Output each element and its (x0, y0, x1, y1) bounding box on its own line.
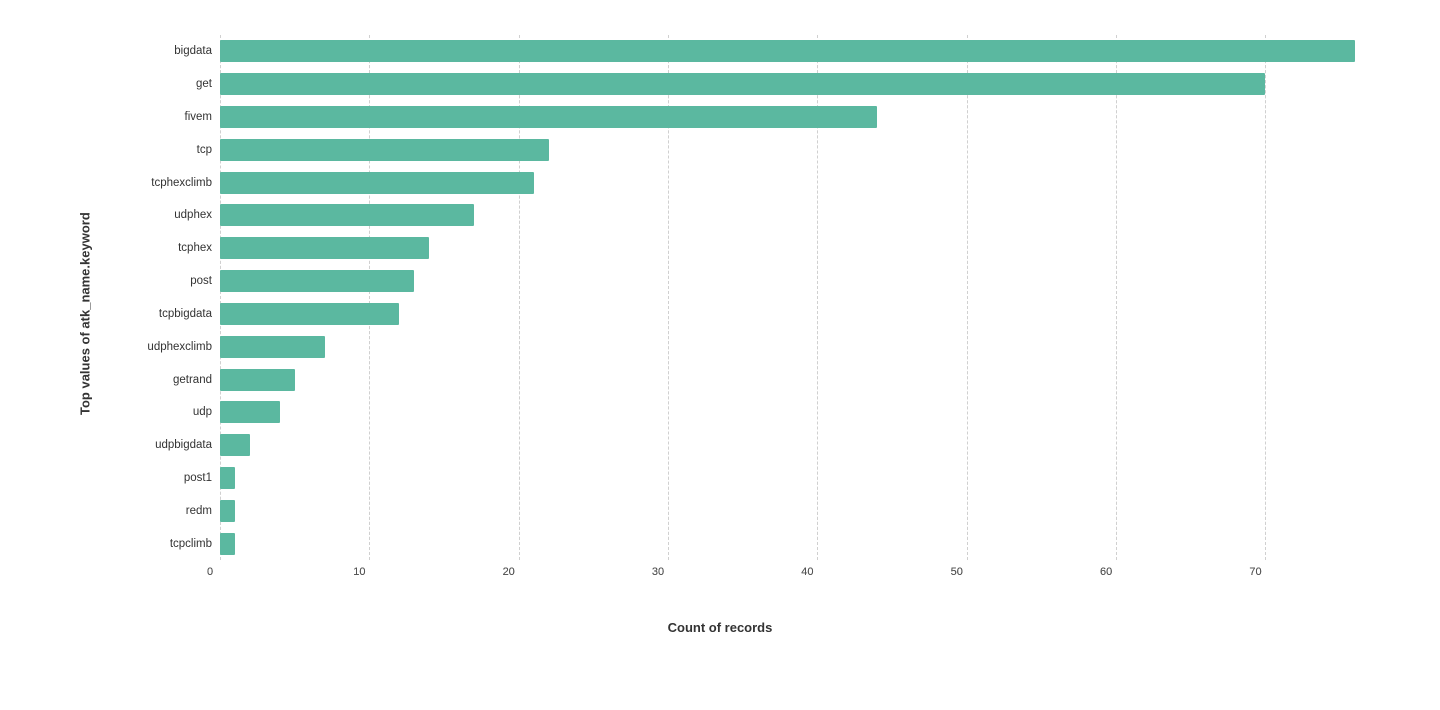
bar-fill (220, 106, 877, 128)
bar-label: tcpbigdata (110, 308, 220, 320)
bar-fill (220, 434, 250, 456)
x-tick: 70 (1249, 566, 1261, 578)
x-axis-label: Count of records (70, 620, 1370, 635)
bar-row: getrand (110, 364, 1370, 396)
bar-label: udphexclimb (110, 341, 220, 353)
bar-label: udphex (110, 209, 220, 221)
bar-row: post (110, 265, 1370, 297)
bar-row: get (110, 68, 1370, 100)
x-tick: 40 (801, 566, 813, 578)
bar-label: udp (110, 406, 220, 418)
bar-rows: bigdata get fivem tcp tcphexclimb udphex tcphe… (110, 35, 1370, 560)
y-axis-label: Top values of atk_name.keyword (70, 35, 100, 592)
x-tick: 60 (1100, 566, 1112, 578)
bar-fill (220, 172, 534, 194)
chart-inner: bigdata get fivem tcp tcphexclimb udphex tcphe… (100, 35, 1370, 592)
bar-fill (220, 204, 474, 226)
bar-label: bigdata (110, 45, 220, 57)
bar-track (220, 401, 1370, 423)
bar-fill (220, 303, 399, 325)
bar-fill (220, 401, 280, 423)
bar-label: fivem (110, 111, 220, 123)
bar-track (220, 106, 1370, 128)
bar-label: post1 (110, 472, 220, 484)
x-tick: 30 (652, 566, 664, 578)
bar-row: fivem (110, 101, 1370, 133)
bar-label: tcphex (110, 242, 220, 254)
bar-row: redm (110, 495, 1370, 527)
bar-row: tcp (110, 134, 1370, 166)
bar-row: udpbigdata (110, 429, 1370, 461)
chart-container: Top values of atk_name.keyword bigdata ge… (30, 15, 1410, 695)
bar-row: post1 (110, 462, 1370, 494)
bar-track (220, 237, 1370, 259)
bar-fill (220, 336, 325, 358)
bar-row: udphex (110, 199, 1370, 231)
bar-row: bigdata (110, 35, 1370, 67)
bar-row: udp (110, 396, 1370, 428)
x-tick: 0 (207, 566, 213, 578)
bar-track (220, 172, 1370, 194)
bar-fill (220, 467, 235, 489)
bar-row: udphexclimb (110, 331, 1370, 363)
bar-label: getrand (110, 374, 220, 386)
x-axis-row: 010203040506070010203040506070 (100, 560, 1370, 592)
bar-fill (220, 40, 1355, 62)
bar-fill (220, 369, 295, 391)
bar-fill (220, 139, 549, 161)
x-tick: 10 (353, 566, 365, 578)
bar-track (220, 40, 1370, 62)
bar-row: tcphexclimb (110, 167, 1370, 199)
bar-row: tcpclimb (110, 528, 1370, 560)
bar-track (220, 500, 1370, 522)
bar-fill (220, 237, 429, 259)
bar-label: redm (110, 505, 220, 517)
bar-label: post (110, 275, 220, 287)
bar-label: udpbigdata (110, 439, 220, 451)
x-tick: 20 (503, 566, 515, 578)
bars-and-grid: bigdata get fivem tcp tcphexclimb udphex tcphe… (110, 35, 1370, 560)
bar-fill (220, 73, 1265, 95)
chart-area: Top values of atk_name.keyword bigdata ge… (70, 35, 1370, 592)
bar-label: tcp (110, 144, 220, 156)
bar-row: tcphex (110, 232, 1370, 264)
bar-track (220, 533, 1370, 555)
bar-row: tcpbigdata (110, 298, 1370, 330)
bar-fill (220, 270, 414, 292)
bar-fill (220, 533, 235, 555)
bar-track (220, 270, 1370, 292)
x-tick: 50 (951, 566, 963, 578)
bar-label: get (110, 78, 220, 90)
bar-label: tcpclimb (110, 538, 220, 550)
bar-track (220, 204, 1370, 226)
bar-track (220, 139, 1370, 161)
bar-fill (220, 500, 235, 522)
bar-track (220, 369, 1370, 391)
bar-track (220, 434, 1370, 456)
bar-track (220, 336, 1370, 358)
bar-track (220, 73, 1370, 95)
bar-track (220, 303, 1370, 325)
bar-track (220, 467, 1370, 489)
bar-label: tcphexclimb (110, 177, 220, 189)
